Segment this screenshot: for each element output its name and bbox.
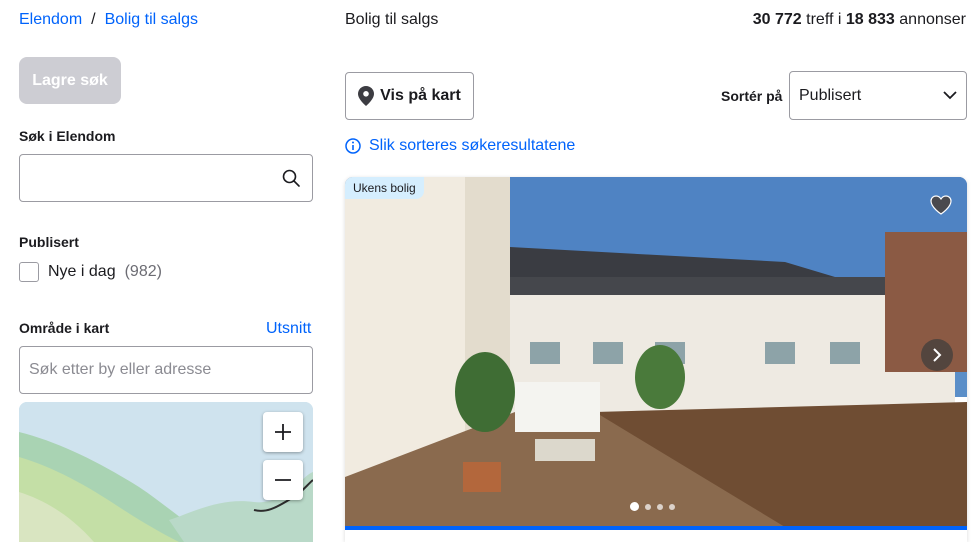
- minus-icon: [275, 479, 291, 481]
- zoom-in-button[interactable]: [263, 412, 303, 452]
- map-pin-icon: [358, 86, 375, 106]
- image-pagination: [630, 502, 675, 511]
- breadcrumb-separator: /: [91, 11, 96, 28]
- hits-text: treff i: [806, 11, 842, 28]
- show-on-map-label: Vis på kart: [380, 87, 461, 104]
- sort-select[interactable]: Publisert: [789, 71, 967, 120]
- breadcrumb-root-link[interactable]: Elendom: [19, 11, 82, 29]
- listing-photo[interactable]: [345, 177, 967, 527]
- next-image-button[interactable]: [921, 339, 953, 371]
- area-label: Område i kart: [19, 320, 110, 336]
- search-label: Søk i Elendom: [19, 128, 116, 144]
- results-title: Bolig til salgs: [345, 11, 439, 28]
- sort-selected-value: Publisert: [799, 86, 862, 104]
- breadcrumb-current-link[interactable]: Bolig til salgs: [105, 11, 198, 29]
- zoom-out-button[interactable]: [263, 460, 303, 500]
- ads-text: annonser: [899, 11, 966, 28]
- address-search-input[interactable]: [19, 346, 313, 394]
- chevron-down-icon: [943, 91, 957, 100]
- sort-label: Sortér på: [721, 88, 783, 104]
- published-today-count: (982): [124, 263, 162, 280]
- listing-card[interactable]: Ukens bolig: [345, 177, 967, 542]
- heart-icon[interactable]: [929, 193, 953, 217]
- image-dot[interactable]: [645, 503, 651, 510]
- sort-info-text: Slik sorteres søkeresultatene: [369, 137, 576, 154]
- area-cutout-link[interactable]: Utsnitt: [266, 320, 311, 338]
- save-search-button[interactable]: Lagre søk: [19, 57, 121, 104]
- listing-accent-bar: [345, 526, 967, 530]
- info-icon: [345, 138, 361, 154]
- published-label: Publisert: [19, 234, 79, 250]
- published-today-checkbox[interactable]: [19, 262, 39, 282]
- published-today-option[interactable]: Nye i dag (982): [19, 262, 162, 282]
- results-count: 30 772 treff i 18 833 annonser: [753, 11, 966, 29]
- search-icon[interactable]: [281, 168, 301, 188]
- listing-badge: Ukens bolig: [345, 177, 424, 199]
- image-dot[interactable]: [669, 503, 675, 510]
- chevron-right-icon: [933, 348, 942, 362]
- published-today-label: Nye i dag: [48, 263, 116, 280]
- show-on-map-button[interactable]: Vis på kart: [345, 72, 474, 120]
- hits-count: 30 772: [752, 11, 802, 28]
- map-preview[interactable]: [19, 402, 313, 542]
- search-input[interactable]: [19, 154, 313, 202]
- image-dot[interactable]: [657, 503, 663, 510]
- image-dot-active[interactable]: [630, 502, 639, 511]
- ads-count: 18 833: [845, 11, 895, 28]
- sort-info-link[interactable]: Slik sorteres søkeresultatene: [345, 137, 575, 155]
- plus-icon: [275, 424, 291, 440]
- breadcrumb: Elendom / Bolig til salgs: [19, 11, 198, 29]
